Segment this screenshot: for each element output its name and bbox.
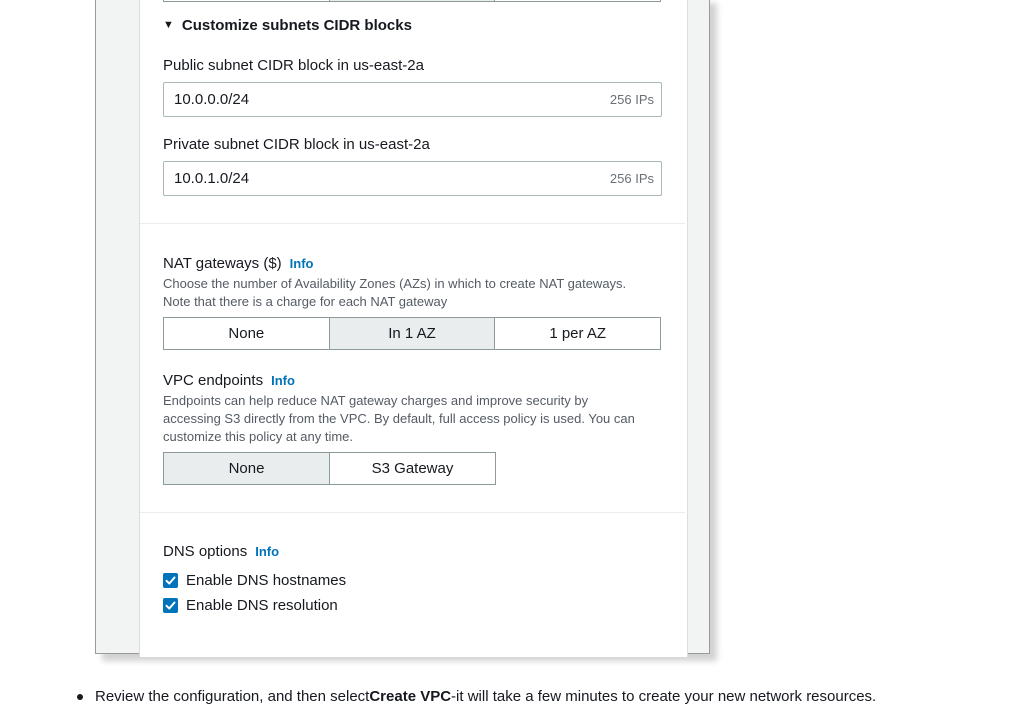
vpc-endpoints-segmented-control: None S3 Gateway: [163, 452, 496, 485]
section-divider: [140, 512, 685, 513]
enable-dns-resolution-label: Enable DNS resolution: [186, 597, 338, 614]
bullet-icon: [77, 693, 83, 700]
enable-dns-hostnames-label: Enable DNS hostnames: [186, 572, 347, 589]
vpc-endpoints-info-link[interactable]: Info: [271, 373, 295, 388]
private-subnet-cidr-value: 10.0.1.0/24: [174, 170, 250, 187]
nat-option-in-1-az[interactable]: In 1 AZ: [329, 318, 496, 349]
private-subnet-cidr-input[interactable]: 10.0.1.0/24 256 IPs: [163, 161, 662, 196]
checkmark-icon: [163, 573, 178, 588]
customize-subnets-title: Customize subnets CIDR blocks: [181, 17, 412, 34]
nat-desc-line: Note that there is a charge for each NAT…: [163, 294, 448, 309]
vpc-endpoints-desc-line: Endpoints can help reduce NAT gateway ch…: [163, 393, 589, 408]
vpc-endpoints-desc-line: customize this policy at any time.: [163, 429, 354, 444]
public-subnet-cidr-value: 10.0.0.0/24: [174, 91, 250, 108]
dns-options-label: DNS options: [163, 543, 248, 560]
private-subnet-label: Private subnet CIDR block in us-east-2a: [163, 136, 430, 153]
public-subnet-label: Public subnet CIDR block in us-east-2a: [163, 57, 424, 74]
enable-dns-resolution-checkbox[interactable]: Enable DNS resolution: [163, 597, 338, 614]
nat-desc-line: Choose the number of Availability Zones …: [163, 276, 627, 291]
nat-gateways-description: Choose the number of Availability Zones …: [163, 275, 663, 311]
nat-option-1-per-az[interactable]: 1 per AZ: [495, 318, 660, 349]
section-divider: [140, 223, 685, 224]
enable-dns-hostnames-checkbox[interactable]: Enable DNS hostnames: [163, 572, 346, 589]
vpc-endpoints-desc-line: accessing S3 directly from the VPC. By d…: [163, 411, 635, 426]
endpoint-option-none[interactable]: None: [164, 453, 330, 484]
screenshot-frame: ▼ Customize subnets CIDR blocks Public s…: [95, 0, 710, 657]
instruction-bullet: Review the configuration, and then selec…: [77, 688, 876, 705]
dns-info-link[interactable]: Info: [255, 544, 279, 559]
public-subnet-cidr-input[interactable]: 10.0.0.0/24 256 IPs: [163, 82, 662, 117]
nat-gateways-label: NAT gateways ($): [163, 255, 282, 272]
caret-down-icon: ▼: [163, 19, 174, 31]
instruction-prefix: Review the configuration, and then selec…: [95, 688, 370, 705]
previous-segmented-control: [163, 0, 661, 2]
nat-gateways-segmented-control: None In 1 AZ 1 per AZ: [163, 317, 661, 350]
nat-gateways-heading: NAT gateways ($) Info: [163, 255, 313, 272]
vpc-settings-panel: ▼ Customize subnets CIDR blocks Public s…: [139, 0, 688, 657]
private-subnet-ip-count: 256 IPs: [609, 171, 654, 186]
instruction-suffix: -it will take a few minutes to create yo…: [451, 688, 877, 705]
dns-options-heading: DNS options Info: [163, 543, 279, 560]
endpoint-option-s3-gateway[interactable]: S3 Gateway: [330, 453, 495, 484]
vpc-endpoints-heading: VPC endpoints Info: [163, 372, 295, 389]
nat-info-link[interactable]: Info: [290, 256, 314, 271]
vpc-endpoints-label: VPC endpoints: [163, 372, 264, 389]
vpc-endpoints-description: Endpoints can help reduce NAT gateway ch…: [163, 392, 663, 446]
public-subnet-ip-count: 256 IPs: [609, 92, 654, 107]
instruction-create-vpc: Create VPC: [369, 688, 452, 705]
nat-option-none[interactable]: None: [164, 318, 330, 349]
customize-subnets-expander[interactable]: ▼ Customize subnets CIDR blocks: [163, 17, 412, 34]
checkmark-icon: [163, 598, 178, 613]
